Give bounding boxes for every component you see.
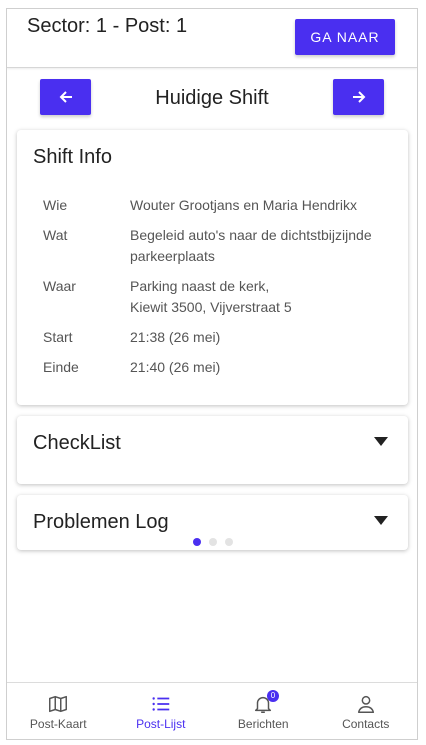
info-row-what: Wat Begeleid auto's naar de dichtstbijzi… bbox=[43, 225, 393, 267]
notification-badge: 0 bbox=[267, 690, 279, 702]
checklist-title: CheckList bbox=[33, 432, 121, 454]
checklist-card[interactable]: CheckList bbox=[17, 416, 408, 484]
info-value: Wouter Grootjans en Maria Hendrikx bbox=[130, 197, 357, 213]
info-key: Wat bbox=[43, 227, 68, 243]
info-row-end: Einde 21:40 (26 mei) bbox=[43, 357, 393, 378]
shift-info-title: Shift Info bbox=[33, 146, 112, 168]
carousel-dots bbox=[193, 538, 233, 546]
person-icon bbox=[357, 695, 374, 713]
info-value: Parking naast de kerk, Kiewit 3500, Vijv… bbox=[130, 276, 393, 318]
app-frame: Sector: 1 - Post: 1 GA NAAR Huidige Shif… bbox=[6, 8, 418, 740]
info-row-who: Wie Wouter Grootjans en Maria Hendrikx bbox=[43, 195, 393, 216]
top-bar: Sector: 1 - Post: 1 GA NAAR bbox=[7, 9, 417, 68]
carousel-dot[interactable] bbox=[193, 538, 201, 546]
expand-caret-icon[interactable] bbox=[374, 437, 388, 446]
next-shift-button[interactable] bbox=[333, 79, 384, 115]
map-icon bbox=[49, 695, 68, 713]
shift-info-card: Shift Info Wie Wouter Grootjans en Maria… bbox=[17, 130, 408, 405]
bottom-navigation: Post-Kaart Post-Lijst 0 Berichten Contac… bbox=[7, 682, 417, 739]
goto-button[interactable]: GA NAAR bbox=[295, 19, 395, 55]
nav-post-kaart[interactable]: Post-Kaart bbox=[7, 683, 110, 739]
nav-label: Contacts bbox=[342, 717, 390, 731]
arrow-right-icon bbox=[352, 91, 365, 103]
info-value-line: Parking naast de kerk, bbox=[130, 278, 270, 294]
info-key: Waar bbox=[43, 278, 76, 294]
shift-info-table: Wie Wouter Grootjans en Maria Hendrikx W… bbox=[43, 195, 393, 387]
nav-contacts[interactable]: Contacts bbox=[315, 683, 418, 739]
expand-caret-icon[interactable] bbox=[374, 516, 388, 525]
nav-berichten[interactable]: 0 Berichten bbox=[212, 683, 315, 739]
shift-navigation: Huidige Shift bbox=[7, 79, 417, 117]
page-title: Sector: 1 - Post: 1 bbox=[27, 15, 188, 37]
info-key: Einde bbox=[43, 359, 79, 375]
info-key: Wie bbox=[43, 197, 68, 213]
info-value-line: Kiewit 3500, Vijverstraat 5 bbox=[130, 299, 292, 315]
problem-log-title: Problemen Log bbox=[33, 511, 169, 533]
info-value: 21:40 (26 mei) bbox=[130, 359, 221, 375]
info-key: Start bbox=[43, 329, 73, 345]
nav-label: Berichten bbox=[237, 717, 289, 731]
info-row-where: Waar Parking naast de kerk, Kiewit 3500,… bbox=[43, 276, 393, 318]
nav-label: Post-Kaart bbox=[29, 717, 87, 731]
info-value: Begeleid auto's naar de dichtstbijzijnde… bbox=[130, 227, 372, 264]
nav-label: Post-Lijst bbox=[136, 717, 186, 731]
list-icon bbox=[152, 697, 169, 711]
nav-post-lijst[interactable]: Post-Lijst bbox=[110, 683, 213, 739]
carousel-dot[interactable] bbox=[209, 538, 217, 546]
info-value: 21:38 (26 mei) bbox=[130, 329, 221, 345]
carousel-dot[interactable] bbox=[225, 538, 233, 546]
info-row-start: Start 21:38 (26 mei) bbox=[43, 327, 393, 348]
